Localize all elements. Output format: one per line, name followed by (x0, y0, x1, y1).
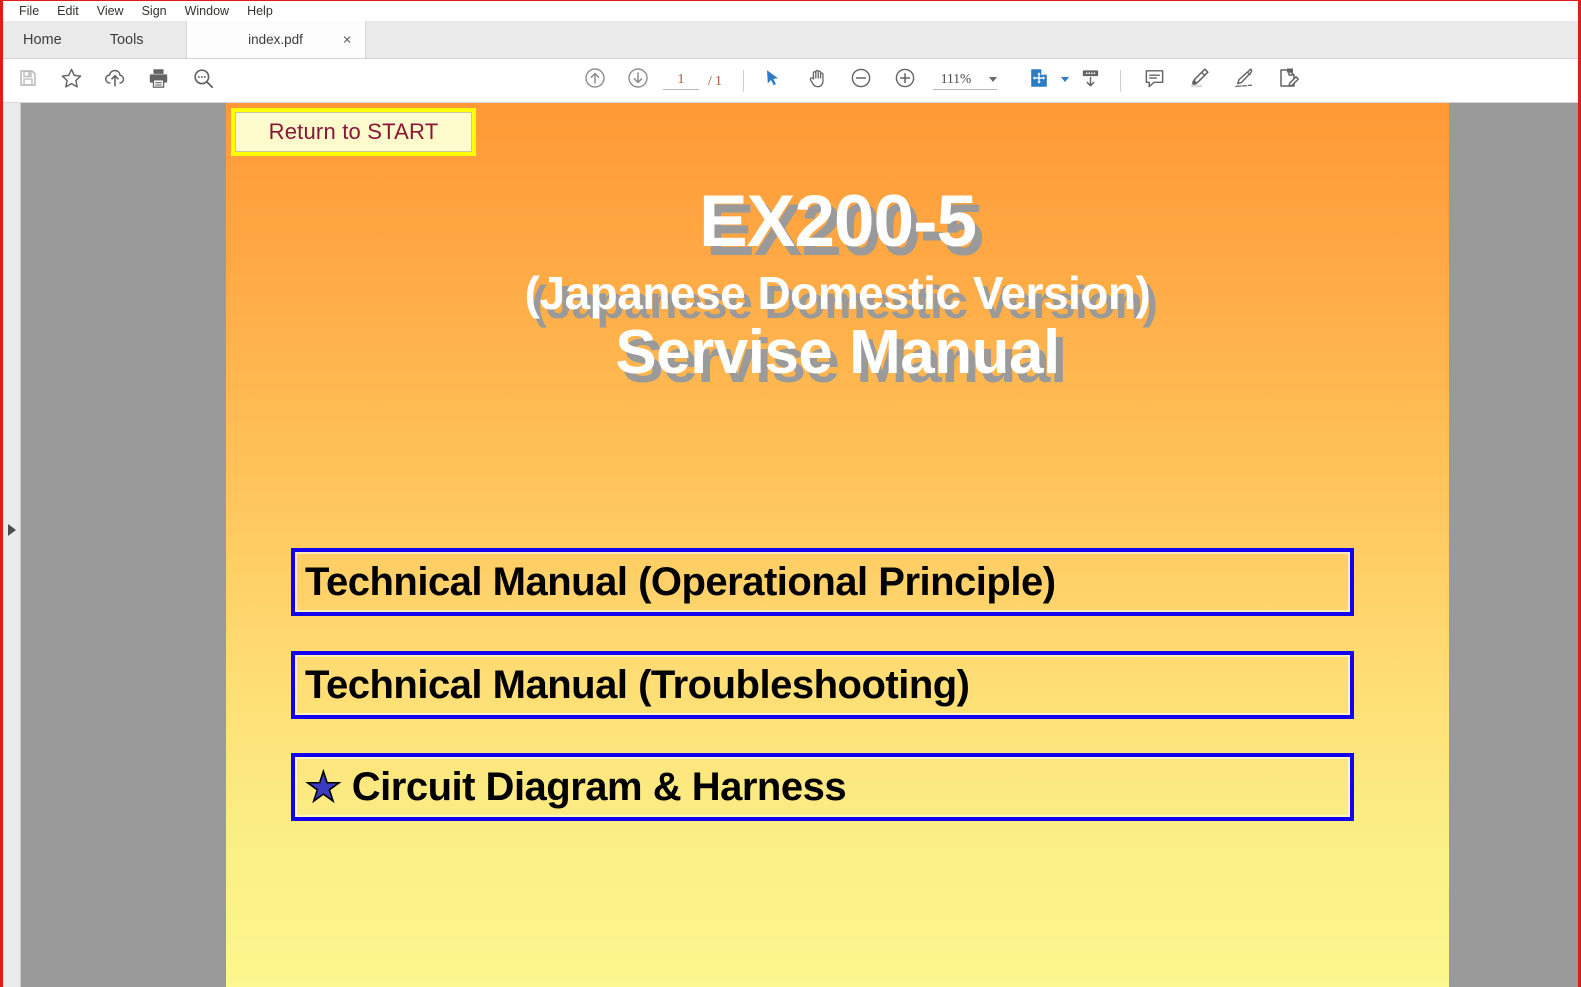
select-tool-icon (763, 68, 783, 93)
page-display-button[interactable] (1075, 66, 1105, 96)
chevron-down-icon (989, 76, 997, 82)
application-window: File Edit View Sign Window Help Home Too… (0, 0, 1581, 987)
hand-tool-icon (807, 67, 829, 94)
scroll-mode-icon (1079, 67, 1102, 95)
signature-button[interactable] (1229, 66, 1259, 96)
star-icon: ★ (304, 763, 342, 810)
fill-and-sign-icon (1277, 66, 1301, 95)
select-tool-button[interactable] (758, 66, 788, 96)
document-title-block: EX200-5 (Japanese Domestic Version) Serv… (226, 185, 1449, 384)
return-to-start-link[interactable]: Return to START (231, 108, 476, 156)
tab-home[interactable]: Home (3, 21, 88, 58)
tab-document[interactable]: index.pdf × (185, 21, 366, 58)
zoom-level-value: 111% (940, 71, 972, 86)
fit-page-icon (1028, 67, 1050, 94)
menu-item-window[interactable]: Window (176, 1, 238, 21)
menu-item-edit[interactable]: Edit (48, 1, 88, 21)
zoom-out-button[interactable] (846, 66, 876, 96)
link-label: Technical Manual (Troubleshooting) (305, 663, 970, 707)
page-title-subtitle: (Japanese Domestic Version) (524, 267, 1151, 319)
fill-and-sign-button[interactable] (1274, 66, 1304, 96)
cloud-upload-icon (103, 67, 127, 94)
menu-item-view[interactable]: View (88, 1, 133, 21)
navigation-pane-toggle[interactable] (3, 103, 21, 987)
print-button[interactable] (143, 66, 173, 96)
next-page-button[interactable] (623, 66, 653, 96)
page-total-label: / 1 (708, 72, 722, 88)
toolbar-separator-1 (743, 70, 744, 92)
tab-strip: Home Tools index.pdf × (3, 21, 1578, 59)
tab-document-label: index.pdf (248, 32, 303, 47)
tab-tools[interactable]: Tools (87, 21, 166, 58)
menu-item-help[interactable]: Help (238, 1, 282, 21)
link-circuit-diagram-and-harness[interactable]: ★ Circuit Diagram & Harness (291, 753, 1354, 821)
star-icon (60, 67, 83, 95)
link-label: Circuit Diagram & Harness (351, 765, 847, 809)
signature-icon (1232, 66, 1257, 95)
page-number-field[interactable]: / 1 (663, 68, 722, 94)
menu-bar: File Edit View Sign Window Help (3, 1, 1578, 21)
highlight-icon (1187, 66, 1211, 95)
page-number-input[interactable] (663, 71, 699, 90)
link-technical-manual-troubleshooting[interactable]: Technical Manual (Troubleshooting) (291, 651, 1354, 719)
close-icon[interactable]: × (340, 30, 355, 49)
fit-page-chevron-down-icon[interactable] (1061, 77, 1069, 82)
zoom-in-button[interactable] (890, 66, 920, 96)
fit-page-button[interactable] (1024, 66, 1054, 96)
previous-page-button[interactable] (580, 66, 610, 96)
upload-to-cloud-button[interactable] (100, 66, 130, 96)
save-icon (18, 68, 38, 93)
print-icon (147, 67, 170, 94)
search-icon (192, 67, 215, 95)
link-label: Technical Manual (Operational Principle) (305, 560, 1056, 604)
page-title-main: EX200-5 (698, 181, 977, 262)
menu-item-sign[interactable]: Sign (133, 1, 176, 21)
chevron-right-icon (7, 524, 16, 536)
hand-tool-button[interactable] (803, 66, 833, 96)
zoom-level-dropdown[interactable]: 111% (933, 68, 997, 94)
menu-item-file[interactable]: File (10, 1, 48, 21)
save-button[interactable] (13, 66, 43, 96)
next-page-icon (626, 66, 650, 95)
link-technical-manual-operational-principle[interactable]: Technical Manual (Operational Principle) (291, 548, 1354, 616)
return-to-start-label: Return to START (268, 119, 439, 144)
comment-icon (1143, 67, 1166, 95)
page-title-type: Servise Manual (615, 318, 1060, 387)
comment-button[interactable] (1139, 66, 1169, 96)
pdf-page: Return to START EX200-5 (Japanese Domest… (226, 103, 1449, 987)
previous-page-icon (583, 66, 607, 95)
document-viewer: Return to START EX200-5 (Japanese Domest… (3, 103, 1578, 987)
toolbar-separator-2 (1120, 70, 1121, 92)
toolbar: / 1 (3, 59, 1578, 103)
add-to-favorites-button[interactable] (56, 66, 86, 96)
find-button[interactable] (188, 66, 218, 96)
highlight-button[interactable] (1184, 66, 1214, 96)
zoom-out-icon (849, 66, 873, 95)
zoom-in-icon (893, 66, 917, 95)
